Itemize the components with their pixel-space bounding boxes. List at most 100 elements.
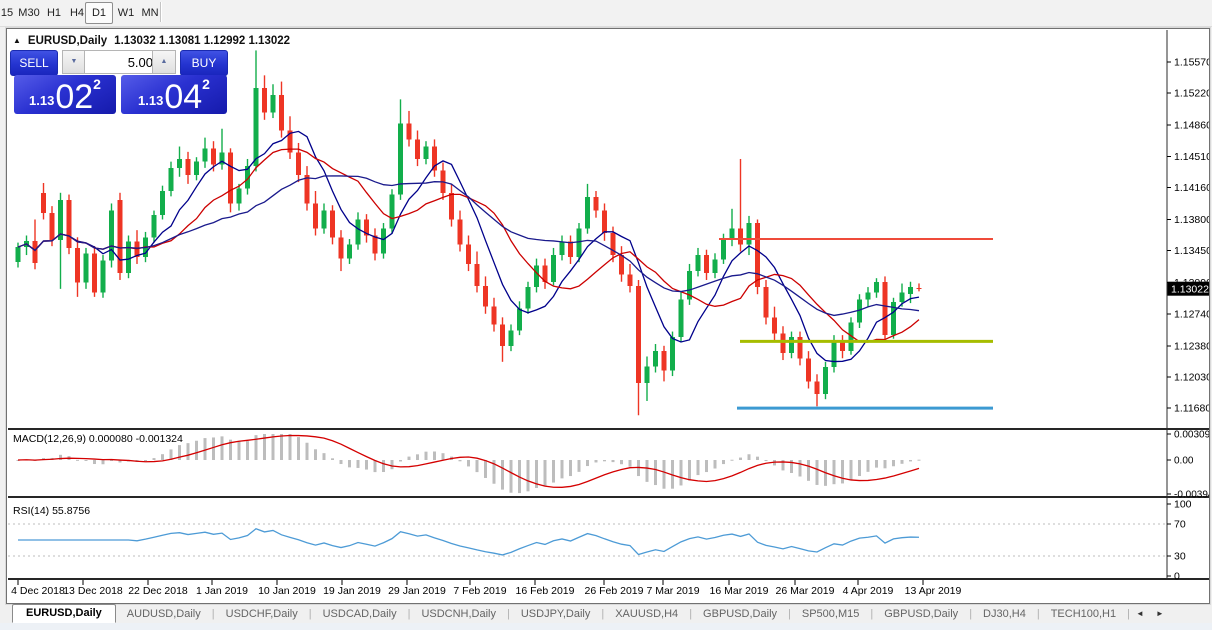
chart-tab-xauusd-h4[interactable]: XAUUSD,H4 (604, 606, 689, 622)
candle-body (262, 87, 267, 113)
candle-body (185, 158, 191, 175)
timeframe-toolbar: 15 M30 H1 H4 D1 W1 MN (0, 0, 1212, 27)
candle-body (177, 158, 182, 168)
panel-separator[interactable] (8, 578, 1209, 580)
svg-text:1.13022: 1.13022 (1171, 284, 1209, 296)
toolbar-separator (160, 2, 162, 22)
price-axis: 1.15570 1.15220 1.14860 1.14510 1.14160 1.138… (1167, 57, 1209, 583)
candle-body (355, 219, 361, 245)
chart-tab-gbpusd-daily[interactable]: GBPUSD,Daily (692, 606, 788, 622)
candle-body (313, 203, 318, 229)
candle-body (194, 161, 199, 175)
candle-body (338, 237, 344, 259)
candle-body (517, 308, 522, 331)
candle-body (160, 191, 165, 216)
buy-price-display[interactable]: 1.13 04 2 (121, 75, 227, 114)
candle-body (534, 265, 539, 288)
candle-body (721, 239, 726, 260)
svg-text:7 Feb 2019: 7 Feb 2019 (453, 585, 506, 597)
candle-body (126, 241, 131, 273)
candle-body (236, 188, 242, 204)
candle-body (806, 358, 811, 382)
chart-tab-audusd-daily[interactable]: AUDUSD,Daily (116, 606, 212, 622)
svg-text:70: 70 (1174, 519, 1186, 531)
candle-body (508, 330, 514, 346)
chart-tab-gbpusd-daily[interactable]: GBPUSD,Daily (873, 606, 969, 622)
date-axis: 4 Dec 201813 Dec 2018 22 Dec 2018 1 Jan 20… (11, 580, 961, 597)
svg-text:100: 100 (1174, 499, 1192, 511)
candle-body (729, 228, 735, 240)
candle-body (75, 247, 80, 283)
volume-decrease-button[interactable]: ▼ (62, 50, 86, 74)
volume-increase-button[interactable]: ▲ (152, 50, 176, 74)
chart-tab-eurusd-daily[interactable]: EURUSD,Daily (12, 604, 116, 623)
svg-text:1.14160: 1.14160 (1174, 182, 1209, 194)
candle-body (491, 306, 497, 325)
chart-tab-tech100-h1[interactable]: TECH100,H1 (1040, 606, 1127, 622)
buy-price-prefix: 1.13 (138, 93, 164, 108)
svg-text:1.11680: 1.11680 (1174, 403, 1209, 415)
rsi-label: RSI(14) 55.8756 (13, 505, 91, 517)
candle-body (211, 148, 216, 165)
svg-text:1.12740: 1.12740 (1174, 308, 1209, 320)
sell-price-sup: 2 (93, 76, 101, 92)
svg-text:22 Dec 2018: 22 Dec 2018 (128, 585, 188, 597)
candle-body (831, 340, 837, 368)
sell-price-display[interactable]: 1.13 02 2 (14, 75, 116, 114)
volume-input[interactable] (84, 50, 158, 74)
candle-body (568, 241, 573, 257)
timeframe-button-D1[interactable]: D1 (85, 2, 113, 24)
candle-body (755, 223, 760, 288)
candle-body (83, 253, 89, 283)
candle-body (780, 333, 786, 353)
candle-body (109, 210, 114, 261)
chart-tab-usdcad-daily[interactable]: USDCAD,Daily (312, 606, 408, 622)
chart-tab-usdjpy-daily[interactable]: USDJPY,Daily (510, 606, 602, 622)
candle-body (704, 255, 709, 273)
rsi-panel (8, 523, 1167, 557)
svg-text:1.15220: 1.15220 (1174, 88, 1209, 100)
buy-price-sup: 2 (202, 76, 210, 92)
candle-body (347, 244, 352, 259)
candle-body (661, 351, 667, 371)
sell-price-main: 02 (55, 78, 94, 116)
candle-body (823, 367, 828, 394)
panel-separator[interactable] (8, 428, 1209, 430)
candle-body (279, 94, 284, 131)
candle-body (100, 260, 106, 293)
panel-separator[interactable] (8, 496, 1209, 498)
buy-button[interactable]: BUY (180, 50, 228, 76)
candle-body (415, 139, 420, 159)
chart-tab-sp500-m15[interactable]: SP500,M15 (791, 606, 870, 622)
candle-body (916, 287, 922, 290)
svg-text:1.12380: 1.12380 (1174, 340, 1209, 352)
candle-body (381, 228, 386, 254)
svg-text:13 Dec 2018: 13 Dec 2018 (63, 585, 123, 597)
macd-label: MACD(12,26,9) 0.000080 -0.001324 (13, 433, 183, 445)
candle-body (330, 210, 335, 238)
tab-scroll-right-button[interactable]: ► (1150, 607, 1170, 620)
candle-body (389, 194, 395, 229)
chart-marker-triangle-icon: ▲ (13, 36, 21, 45)
candle-body (551, 255, 556, 282)
status-bar (0, 623, 1212, 630)
candle-body (593, 197, 599, 211)
chart-tab-dj30-h4[interactable]: DJ30,H4 (972, 606, 1037, 622)
svg-text:26 Feb 2019: 26 Feb 2019 (585, 585, 644, 597)
candle-body (525, 287, 531, 309)
candle-body (474, 263, 480, 287)
chart-tab-usdchf-daily[interactable]: USDCHF,Daily (215, 606, 309, 622)
svg-text:16 Mar 2019: 16 Mar 2019 (710, 585, 769, 597)
sell-button[interactable]: SELL (10, 50, 58, 76)
candle-body (874, 281, 879, 293)
chart-tab-bar: EURUSD,Daily AUDUSD,Daily | USDCHF,Daily | US… (12, 604, 1170, 623)
candle-body (92, 253, 97, 293)
candle-body (763, 287, 769, 318)
candle-body (304, 174, 310, 204)
chart-tab-usdcnh-daily[interactable]: USDCNH,Daily (410, 606, 507, 622)
tab-scroll-left-button[interactable]: ◄ (1130, 607, 1150, 620)
candle-body (636, 286, 641, 384)
candle-body (117, 199, 123, 273)
rsi-line (18, 528, 920, 556)
candle-body (483, 286, 488, 307)
